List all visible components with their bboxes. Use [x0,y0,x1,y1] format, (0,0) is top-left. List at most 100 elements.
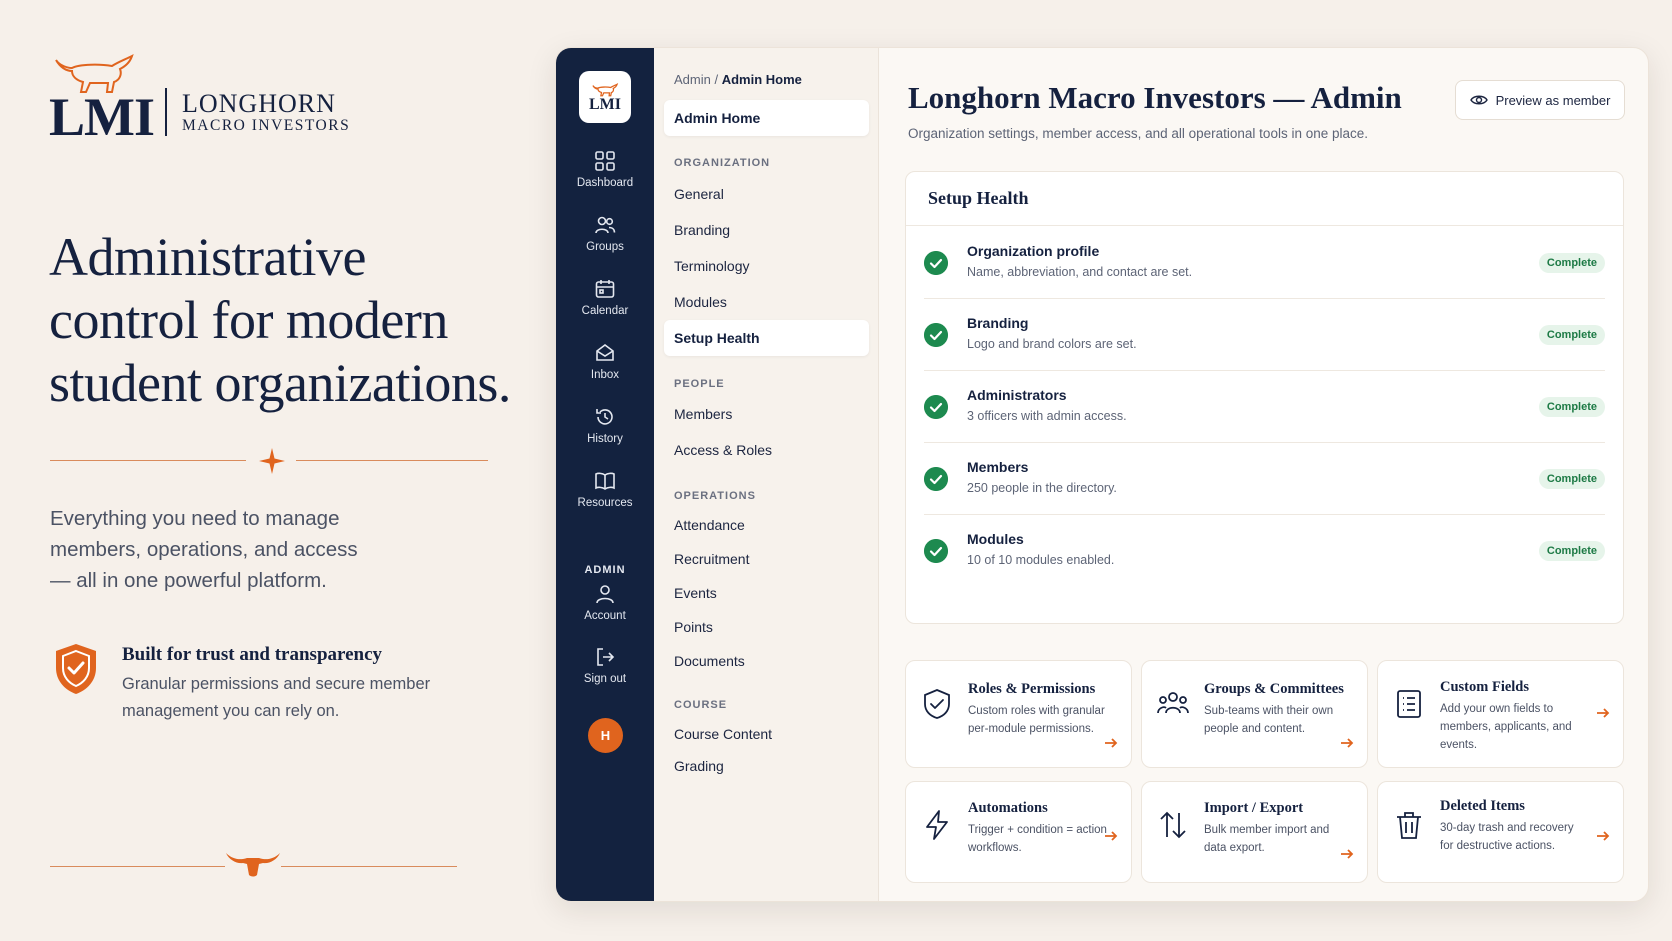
breadcrumb-separator: / [710,72,722,87]
nav-section-people: PEOPLE [674,378,725,390]
page-description: Organization settings, member access, an… [908,126,1369,141]
status-badge: Complete [1538,541,1605,561]
tile-roles-permissions[interactable]: Roles & Permissions Custom roles with gr… [905,660,1132,768]
brand-subname: MACRO INVESTORS [182,117,351,134]
card-divider [906,225,1623,226]
breadcrumb-root[interactable]: Admin [674,72,711,87]
nav-item-recruitment[interactable]: Recruitment [664,541,869,577]
preview-as-member-button[interactable]: Preview as member [1455,80,1625,120]
nav-item-general[interactable]: General [664,176,869,212]
tile-automations[interactable]: Automations Trigger + condition = action… [905,781,1132,883]
health-row: Members 250 people in the directory. Com… [906,443,1623,515]
trash-icon [1397,812,1421,839]
rail-logo[interactable]: LMI [579,71,631,123]
health-row-desc: 10 of 10 modules enabled. [967,553,1115,567]
rail-item-calendar[interactable]: Calendar [556,278,654,317]
rail-item-label: Dashboard [576,177,634,189]
nav-item-access-roles[interactable]: Access & Roles [664,432,869,468]
rail-item-account[interactable]: Account [556,583,654,622]
rail-item-history[interactable]: History [556,406,654,445]
tile-title: Automations [968,800,1048,816]
nav-item-members[interactable]: Members [664,396,869,432]
breadcrumb: Admin / Admin Home [674,72,802,87]
tile-desc: Trigger + condition = action workflows. [968,824,1107,854]
sign-out-icon [597,648,615,666]
nav-item-course-content[interactable]: Course Content [664,716,869,752]
divider-rule [281,866,457,867]
rail-admin-heading: ADMIN [584,564,626,576]
headline-line: Administrative [49,227,366,287]
tile-title: Groups & Committees [1204,681,1344,697]
check-circle-icon [924,467,948,491]
health-row: Administrators 3 officers with admin acc… [906,371,1623,443]
health-row-title: Administrators [967,387,1067,403]
health-row-title: Modules [967,531,1024,547]
trust-text-line: management you can rely on. [122,702,340,720]
check-circle-icon [924,251,948,275]
rail-item-inbox[interactable]: Inbox [556,342,654,381]
rail-logo-text: LMI [589,95,621,113]
icon-rail: LMI Dashboard Groups Calendar Inbox Hist… [556,48,654,901]
rail-item-resources[interactable]: Resources [556,470,654,509]
inbox-icon [596,344,614,361]
status-badge: Complete [1538,253,1605,273]
setup-health-title: Setup Health [928,188,1029,208]
shield-check-icon [56,644,96,694]
subtext-line: members, operations, and access [50,538,358,561]
page-title: Longhorn Macro Investors — Admin [908,80,1402,115]
nav-item-attendance[interactable]: Attendance [664,507,869,543]
rail-item-label: Groups [586,241,624,253]
tile-groups-committees[interactable]: Groups & Committees Sub-teams with their… [1141,660,1368,768]
nav-item-documents[interactable]: Documents [664,643,869,679]
nav-item-terminology[interactable]: Terminology [664,248,869,284]
nav-item-branding[interactable]: Branding [664,212,869,248]
tile-desc: Add your own fields to members, applican… [1440,703,1572,751]
rail-item-dashboard[interactable]: Dashboard [556,150,654,189]
nav-item-grading[interactable]: Grading [664,748,869,784]
health-row-desc: Name, abbreviation, and contact are set. [967,265,1193,279]
bolt-icon [926,810,948,840]
arrows-updown-icon [1160,811,1186,839]
status-badge: Complete [1538,397,1605,417]
status-badge: Complete [1538,325,1605,345]
breadcrumb-current: Admin Home [721,72,802,87]
shield-check-icon [924,689,950,719]
calendar-icon [595,280,615,298]
nav-item-points[interactable]: Points [664,609,869,645]
nav-item-admin-home[interactable]: Admin Home [664,100,869,136]
admin-subnav: Admin / Admin Home Admin Home ORGANIZATI… [654,48,879,901]
headline-line: student organizations. [49,353,511,413]
nav-item-modules[interactable]: Modules [664,284,869,320]
star-icon [259,448,285,474]
nav-section-operations: OPERATIONS [674,490,756,502]
tile-title: Import / Export [1204,800,1304,816]
rail-item-groups[interactable]: Groups [556,214,654,253]
arrow-right-icon [1105,831,1118,841]
user-icon [596,585,614,604]
eye-icon [1469,95,1488,105]
brand-divider [165,88,167,136]
brand-abbr: LMI [49,87,155,147]
history-icon [596,409,613,425]
nav-item-events[interactable]: Events [664,575,869,611]
setup-health-card: Setup Health Organization profile Name, … [905,171,1624,624]
divider-rule [50,866,225,867]
health-row: Modules 10 of 10 modules enabled. Comple… [906,515,1623,587]
avatar[interactable]: H [588,718,623,753]
health-row: Branding Logo and brand colors are set. … [906,299,1623,371]
trust-title: Built for trust and transparency [122,644,383,665]
list-icon [1397,690,1421,718]
tile-deleted-items[interactable]: Deleted Items 30-day trash and recovery … [1377,781,1624,883]
rail-item-label: Resources [577,497,633,509]
health-row-title: Members [967,459,1029,475]
rail-item-label: Account [584,610,626,622]
tile-title: Roles & Permissions [968,681,1096,697]
tile-import-export[interactable]: Import / Export Bulk member import and d… [1141,781,1368,883]
arrow-right-icon [1341,849,1354,859]
brand-name: LONGHORN [182,89,336,118]
rail-item-signout[interactable]: Sign out [556,646,654,685]
nav-item-setup-health[interactable]: Setup Health [664,320,869,356]
book-icon [595,472,615,490]
tile-custom-fields[interactable]: Custom Fields Add your own fields to mem… [1377,660,1624,768]
trust-text: Granular permissions and secure member m… [122,671,482,725]
